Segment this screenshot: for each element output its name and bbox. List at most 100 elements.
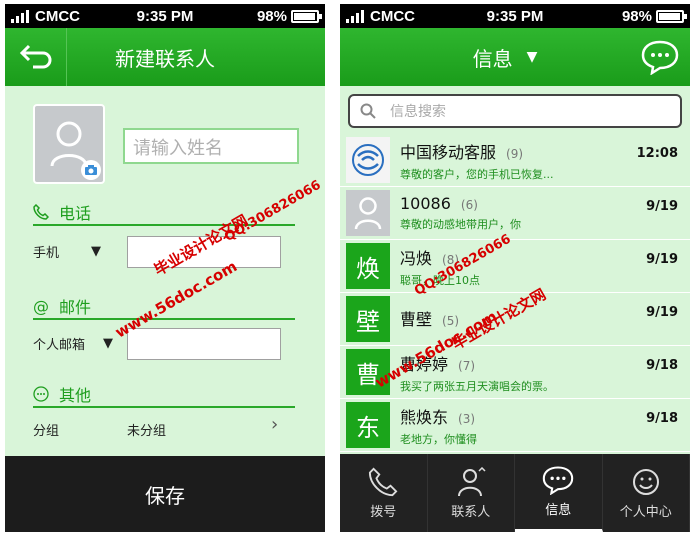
app-header: 新建联系人 [5, 28, 325, 86]
message-preview: 我买了两张五月天演唱会的票。 [400, 379, 554, 393]
message-count: (9) [506, 146, 524, 161]
message-date: 9/18 [646, 358, 678, 373]
search-placeholder: 信息搜索 [390, 104, 446, 120]
new-message-button[interactable] [630, 28, 690, 86]
chevron-down-icon: ▼ [526, 49, 538, 65]
tab-contacts[interactable]: 联系人 [428, 454, 515, 532]
status-bar: CMCC 9:35 PM 98% [5, 4, 325, 28]
email-type-select[interactable]: 个人邮箱 ▼ [33, 334, 113, 353]
email-section-label: 邮件 [59, 298, 92, 317]
search-bar: 信息搜索 [340, 86, 690, 134]
battery-icon [656, 9, 687, 23]
phone-input[interactable] [127, 236, 281, 268]
person-icon [50, 121, 88, 167]
message-preview: 老地方，你懂得 [400, 432, 477, 446]
tab-label: 拨号 [370, 504, 397, 520]
tab-dial[interactable]: 拨号 [340, 454, 428, 532]
list-item[interactable]: 焕 冯焕 (8) 聪哥，晚上10点 9/19 [340, 240, 690, 293]
save-button[interactable]: 保存 [5, 456, 325, 532]
back-button[interactable] [5, 28, 67, 86]
list-item[interactable]: 壁 曹壁 (5) 9/19 [340, 293, 690, 346]
phone-icon [33, 204, 49, 220]
battery-percent: 98% [621, 7, 652, 25]
tab-label: 信息 [545, 503, 572, 518]
message-count: (5) [442, 313, 460, 328]
sender-name: 10086 [400, 194, 451, 213]
list-item[interactable]: 曹 曹婷婷 (7) 我买了两张五月天演唱会的票。 9/18 [340, 346, 690, 399]
messages-screen: CMCC 9:35 PM 98% 信息 ▼ 信息搜索 中国移动客服 (9) 尊敬… [340, 4, 690, 532]
chevron-down-icon: ▼ [91, 244, 102, 259]
bottom-tab-bar: 拨号 联系人 信息 个人中心 [340, 454, 690, 532]
tab-messages[interactable]: 信息 [515, 454, 603, 532]
back-arrow-icon [19, 44, 51, 69]
chat-icon [641, 40, 679, 75]
message-preview: 聪哥，晚上10点 [400, 273, 480, 287]
sender-name: 冯焕 [400, 248, 433, 268]
messages-title-dropdown[interactable]: 信息 ▼ [340, 43, 630, 72]
message-date: 9/18 [646, 411, 678, 426]
message-date: 9/19 [646, 199, 678, 214]
other-section-header: 其他 [33, 382, 295, 408]
other-section-label: 其他 [59, 386, 92, 405]
status-bar: CMCC 9:35 PM 98% [340, 4, 690, 28]
list-item[interactable]: 东 熊焕东 (3) 老地方，你懂得 9/18 [340, 399, 690, 452]
sender-name: 中国移动客服 [400, 142, 497, 162]
contact-initial-avatar: 焕 [346, 243, 390, 289]
chat-icon [543, 466, 574, 495]
tab-label: 联系人 [451, 504, 491, 520]
message-preview: 尊敬的动感地带用户，你 [400, 218, 521, 231]
list-item[interactable]: 10086 (6) 尊敬的动感地带用户，你 9/19 [340, 187, 690, 240]
message-date: 9/19 [646, 305, 678, 320]
page-title: 新建联系人 [115, 46, 215, 71]
name-input[interactable]: 请输入姓名 [123, 128, 299, 164]
message-count: (6) [460, 198, 478, 212]
contact-initial-avatar: 东 [346, 402, 390, 448]
new-contact-screen: CMCC 9:35 PM 98% 新建联系人 请输入姓名 电话 手机 ▼ @ 邮… [5, 4, 325, 532]
chevron-down-icon: ▼ [103, 336, 114, 351]
email-section-header: @ 邮件 [33, 294, 295, 320]
message-list: 中国移动客服 (9) 尊敬的客户，您的手机已恢复... 12:08 10086 (6… [340, 134, 690, 452]
signal-icon [11, 9, 29, 23]
group-label: 分组 [33, 424, 60, 439]
carrier-label: CMCC [35, 7, 80, 25]
phone-type-label: 手机 [33, 246, 60, 261]
phone-section-label: 电话 [59, 204, 92, 223]
message-count: (8) [442, 252, 460, 267]
at-icon: @ [33, 296, 49, 316]
contact-initial-avatar: 曹 [346, 349, 390, 395]
tab-profile[interactable]: 个人中心 [603, 454, 690, 532]
signal-icon [346, 9, 364, 23]
camera-icon[interactable] [81, 160, 101, 180]
chevron-right-icon: › [271, 414, 279, 435]
search-input[interactable]: 信息搜索 [348, 94, 682, 128]
group-value: 未分组 [127, 424, 167, 439]
battery-percent: 98% [256, 7, 287, 25]
smiley-icon [632, 468, 659, 495]
phone-section-header: 电话 [33, 200, 295, 226]
sender-name: 熊焕东 [400, 407, 449, 427]
message-preview: 尊敬的客户，您的手机已恢复... [400, 167, 554, 181]
contact-photo-picker[interactable] [33, 104, 105, 184]
page-title: 信息 [472, 46, 513, 71]
tab-label: 个人中心 [619, 504, 672, 520]
app-header: 信息 ▼ [340, 28, 690, 86]
contacts-icon [457, 466, 486, 496]
carrier-label: CMCC [370, 7, 415, 25]
person-icon [346, 190, 390, 236]
list-item[interactable]: 中国移动客服 (9) 尊敬的客户，您的手机已恢复... 12:08 [340, 134, 690, 187]
cmcc-logo-icon [346, 137, 390, 183]
message-count: (7) [458, 358, 476, 373]
contact-initial-avatar: 壁 [346, 296, 390, 342]
more-icon [33, 386, 49, 402]
sender-name: 曹婷婷 [400, 354, 449, 374]
email-input[interactable] [127, 328, 281, 360]
phone-type-select[interactable]: 手机 ▼ [33, 242, 101, 261]
message-date: 9/19 [646, 252, 678, 267]
phone-icon [369, 467, 398, 496]
message-date: 12:08 [636, 146, 678, 161]
battery-icon [291, 9, 322, 23]
sender-name: 曹壁 [400, 309, 433, 329]
message-count: (3) [458, 411, 476, 426]
search-icon [360, 103, 376, 119]
email-type-label: 个人邮箱 [33, 338, 86, 353]
